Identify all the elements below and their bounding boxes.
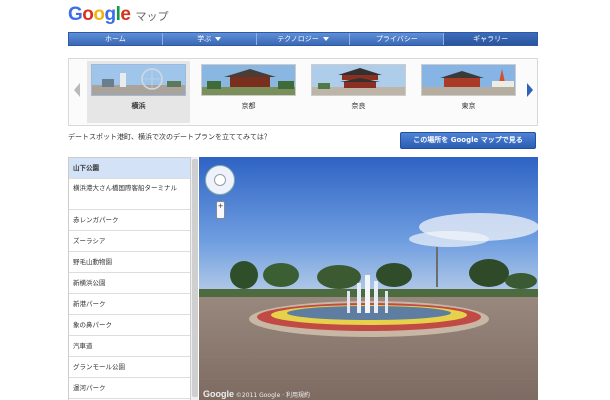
zoom-control[interactable]: + [216,201,225,219]
zoom-in-icon[interactable]: + [218,202,224,210]
list-item[interactable]: 新港パーク [69,294,198,315]
main-nav: ホーム 学ぶ テクノロジー プライバシー ギャラリー [68,32,538,46]
list-item[interactable]: 赤レンガパーク [69,210,198,231]
thumb-yokohama[interactable]: 横浜 [91,64,186,111]
city-carousel: 横浜 京都 奈良 東京 [68,58,538,126]
thumb-caption: 横浜 [131,102,146,110]
list-item[interactable]: グランモール公園 [69,357,198,378]
list-item[interactable]: ズーラシア [69,231,198,252]
nav-learn[interactable]: 学ぶ [163,33,257,45]
list-scrollbar[interactable] [190,157,198,400]
tokyo-thumbnail [421,64,516,96]
list-item[interactable]: 象の鼻パーク [69,315,198,336]
thumb-caption: 奈良 [351,102,366,110]
list-item[interactable]: 運河パーク [69,378,198,399]
nav-technology[interactable]: テクノロジー [257,33,351,45]
nav-gallery[interactable]: ギャラリー [444,33,537,45]
google-watermark: Google [203,389,234,399]
description-text: デートスポット港町、横浜で次のデートプランを立ててみては？ [68,133,271,141]
thumb-kyoto[interactable]: 京都 [201,64,296,111]
scrollbar-thumb[interactable] [192,159,198,397]
chevron-down-icon [215,37,222,41]
nav-home[interactable]: ホーム [69,33,163,45]
list-item[interactable]: 汽車道 [69,336,198,357]
chevron-down-icon [322,37,329,41]
nav-privacy[interactable]: プライバシー [350,33,445,45]
attribution: Google ©2011 Google · 利用規約 [203,389,310,399]
compass-icon [214,174,226,186]
kyoto-thumbnail [201,64,296,96]
view-in-maps-button[interactable]: この場所を Google マップで見る [400,132,536,149]
street-view-panorama[interactable]: + Google ©2011 Google · 利用規約 [199,157,538,400]
google-maps-logo[interactable]: Google マップ [68,4,168,26]
list-item[interactable]: 横浜港大さん橋国際客船ターミナル [69,179,198,210]
carousel-prev-arrow-icon[interactable] [74,83,80,97]
google-logo: Google [68,4,131,25]
spot-list: 山下公園 横浜港大さん橋国際客船ターミナル 赤レンガパーク ズーラシア 野毛山動… [68,157,198,400]
credit-text: ©2011 Google · 利用規約 [235,392,310,399]
carousel-next-arrow-icon[interactable] [527,83,533,97]
list-item[interactable]: 野毛山動物園 [69,252,198,273]
product-name: マップ [135,10,169,23]
nara-thumbnail [311,64,406,96]
thumb-caption: 東京 [461,102,476,110]
thumb-tokyo[interactable]: 東京 [421,64,516,111]
thumb-nara[interactable]: 奈良 [311,64,406,111]
thumb-caption: 京都 [241,102,256,110]
pan-control[interactable] [205,165,235,195]
yokohama-thumbnail [91,64,186,96]
list-item[interactable]: 山下公園 [69,158,198,179]
list-item[interactable]: 新横浜公園 [69,273,198,294]
